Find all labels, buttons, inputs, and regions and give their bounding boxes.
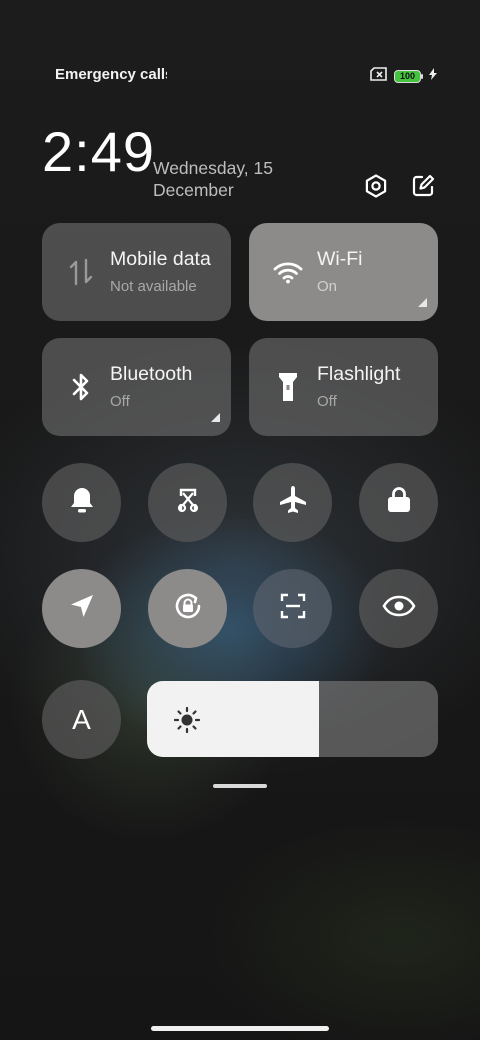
- screenshot-toggle[interactable]: [148, 463, 227, 542]
- tile-label: Bluetooth: [110, 363, 193, 385]
- bluetooth-icon: [66, 372, 96, 402]
- status-icons: 100: [370, 66, 438, 86]
- battery-indicator: 100: [394, 69, 424, 83]
- home-indicator[interactable]: [151, 1026, 329, 1031]
- reading-mode-toggle[interactable]: [359, 569, 438, 648]
- lock-icon: [386, 485, 412, 520]
- tile-status: Not available: [110, 278, 197, 295]
- location-icon: [68, 592, 96, 625]
- eye-icon: [382, 594, 416, 623]
- scanner-icon: [278, 591, 308, 626]
- date-text: Wednesday, 15 December: [153, 158, 273, 200]
- expand-corner-icon: [211, 413, 220, 422]
- expand-corner-icon: [418, 298, 427, 307]
- tile-status: Off: [110, 393, 130, 410]
- auto-brightness-toggle[interactable]: A: [42, 680, 121, 759]
- tile-flashlight[interactable]: Flashlight Off: [249, 338, 438, 436]
- drag-handle[interactable]: [213, 784, 267, 788]
- edit-icon[interactable]: [409, 172, 437, 200]
- wifi-icon: [273, 257, 303, 287]
- tile-wifi[interactable]: Wi-Fi On: [249, 223, 438, 321]
- charging-icon: [429, 67, 438, 85]
- tile-label: Wi-Fi: [317, 248, 363, 270]
- tile-label: Flashlight: [317, 363, 401, 385]
- tile-bluetooth[interactable]: Bluetooth Off: [42, 338, 231, 436]
- location-toggle[interactable]: [42, 569, 121, 648]
- rotation-lock-icon: [171, 589, 205, 628]
- screenshot-icon: [173, 485, 203, 520]
- brightness-slider[interactable]: [147, 681, 438, 757]
- sun-icon: [173, 706, 201, 739]
- airplane-icon: [277, 484, 309, 521]
- scanner-toggle[interactable]: [253, 569, 332, 648]
- tile-status: Off: [317, 393, 337, 410]
- auto-brightness-label: A: [72, 703, 91, 735]
- rotation-lock-toggle[interactable]: [148, 569, 227, 648]
- bell-icon: [68, 485, 96, 520]
- tile-status: On: [317, 278, 338, 295]
- airplane-toggle[interactable]: [253, 463, 332, 542]
- silent-toggle[interactable]: [42, 463, 121, 542]
- flashlight-icon: [273, 372, 303, 402]
- lock-screen-toggle[interactable]: [359, 463, 438, 542]
- no-sim-icon: [370, 66, 388, 86]
- tile-mobile-data[interactable]: Mobile data Not available: [42, 223, 231, 321]
- carrier-text: Emergency calls: [55, 66, 167, 83]
- tile-label: Mobile data: [110, 248, 211, 270]
- settings-icon[interactable]: [362, 172, 390, 200]
- clock: 2:49: [42, 120, 155, 183]
- mobile-data-icon: [66, 257, 96, 287]
